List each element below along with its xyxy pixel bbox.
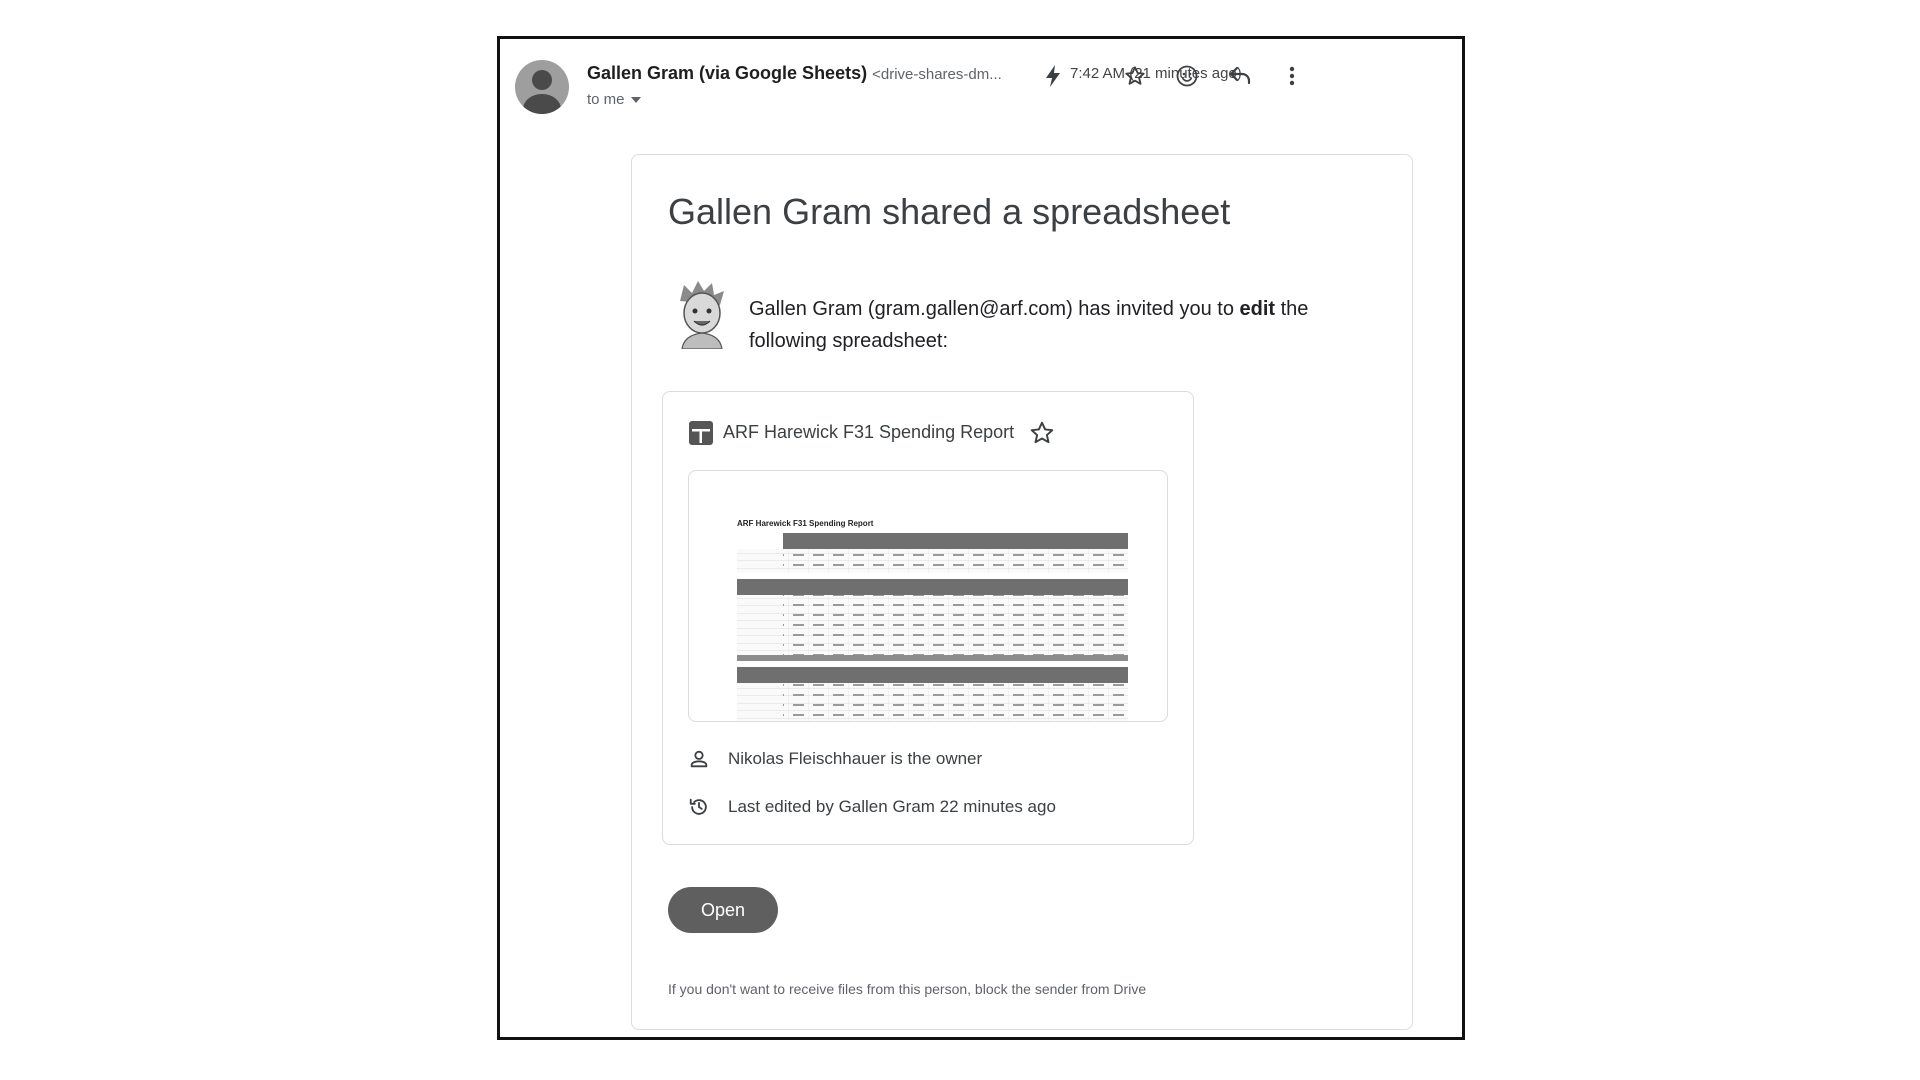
block-sender-note[interactable]: If you don't want to receive files from …	[668, 981, 1146, 997]
invite-permission: edit	[1239, 298, 1276, 320]
last-edited-row: Last edited by Gallen Gram 22 minutes ag…	[688, 796, 1056, 818]
sender-line: Gallen Gram (via Google Sheets) <drive-s…	[587, 63, 1002, 84]
spreadsheet-preview[interactable]: ARF Harewick F31 Spending Report	[688, 470, 1168, 722]
share-notification-card: Gallen Gram shared a spreadsheet Gallen …	[631, 154, 1413, 1030]
sender-avatar[interactable]	[515, 60, 569, 114]
spreadsheet-icon	[689, 421, 713, 445]
file-chip[interactable]: ARF Harewick F31 Spending Report ARF Har…	[662, 391, 1194, 845]
sharer-avatar	[680, 281, 724, 349]
open-button[interactable]: Open	[668, 887, 778, 933]
owner-row: Nikolas Fleischhauer is the owner	[688, 748, 982, 770]
history-icon	[689, 798, 707, 815]
owner-text: Nikolas Fleischhauer is the owner	[728, 749, 983, 768]
chevron-down-icon[interactable]	[630, 96, 641, 103]
last-edited-text: Last edited by Gallen Gram 22 minutes ag…	[728, 797, 1056, 816]
recipient-details-toggle[interactable]: to me	[587, 91, 641, 108]
file-name[interactable]: ARF Harewick F31 Spending Report	[723, 422, 1014, 443]
invite-message: Gallen Gram (gram.gallen@arf.com) has in…	[749, 293, 1369, 357]
recipient-label: to me	[587, 91, 625, 108]
invite-text-prefix: Gallen Gram (gram.gallen@arf.com) has in…	[749, 298, 1240, 320]
emoji-icon[interactable]	[1170, 59, 1204, 93]
reply-icon[interactable]	[1223, 59, 1257, 93]
message-timestamp: 7:42 AM (21 minutes ago)	[1070, 65, 1242, 82]
card-title: Gallen Gram shared a spreadsheet	[668, 191, 1231, 232]
sender-name[interactable]: Gallen Gram (via Google Sheets)	[587, 63, 867, 83]
more-vert-icon[interactable]	[1275, 59, 1309, 93]
person-icon	[690, 750, 708, 768]
email-message-frame: Gallen Gram (via Google Sheets) <drive-s…	[497, 36, 1465, 1040]
lightning-icon	[1036, 59, 1070, 93]
spreadsheet-thumbnail	[737, 533, 1128, 721]
sender-email[interactable]: <drive-shares-dm...	[872, 66, 1002, 83]
star-icon[interactable]	[1118, 59, 1152, 93]
star-icon[interactable]	[1029, 420, 1055, 446]
